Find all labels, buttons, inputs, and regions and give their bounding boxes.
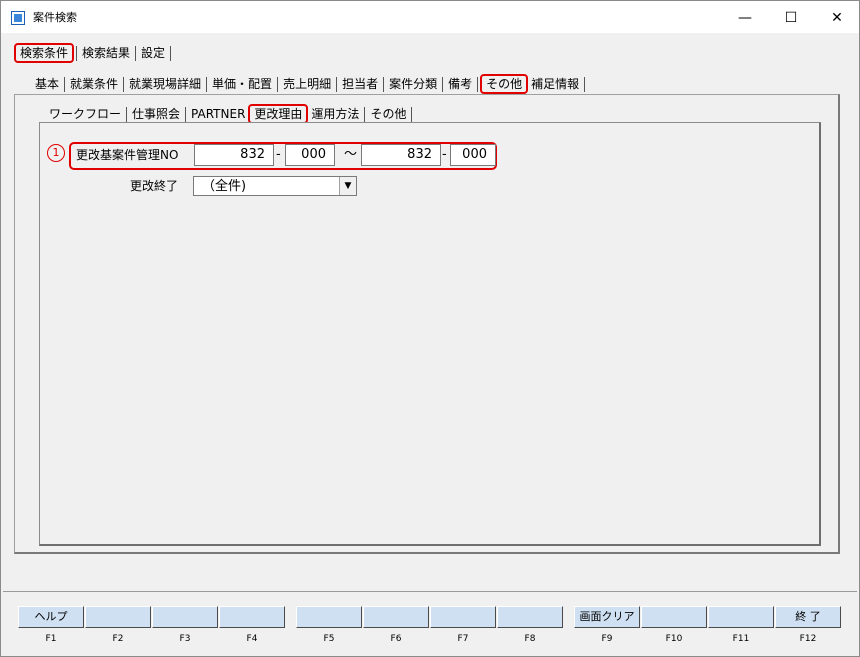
app-icon <box>11 11 25 25</box>
tab-separator <box>126 106 128 122</box>
tab-person-in-charge[interactable]: 担当者 <box>339 75 381 93</box>
fkey-number: F11 <box>732 634 750 644</box>
detail-tabs: ワークフロー 仕事照会 PARTNER 更改理由 運用方法 その他 <box>46 104 414 124</box>
mgmt-no-to-sub-input[interactable]: 000 <box>450 144 496 166</box>
f3-button[interactable] <box>152 606 218 628</box>
f1-help-button[interactable]: ヘルプ <box>18 606 84 628</box>
tab-partner[interactable]: PARTNER <box>188 105 248 123</box>
renewal-end-value: （全件) <box>202 179 247 194</box>
tab-sales-details[interactable]: 売上明細 <box>280 75 334 93</box>
fkey-number: F1 <box>45 634 57 644</box>
minimize-button[interactable]: — <box>722 2 768 34</box>
dash-separator: - <box>442 147 447 162</box>
fkey-number: F3 <box>179 634 191 644</box>
renewal-end-label: 更改終了 <box>130 179 179 193</box>
tab-separator <box>383 76 385 92</box>
fkey-number: F7 <box>457 634 469 644</box>
title-bar: 案件検索 — ☐ ✕ <box>1 1 859 33</box>
mgmt-no-from-sub-input[interactable]: 000 <box>285 144 335 166</box>
fkey-number: F5 <box>323 634 335 644</box>
f10-button[interactable] <box>641 606 707 628</box>
fkey-number: F8 <box>524 634 536 644</box>
fkey-number: F9 <box>601 634 613 644</box>
tab-remarks[interactable]: 備考 <box>445 75 475 93</box>
tab-supplementary-info[interactable]: 補足情報 <box>528 75 582 93</box>
f12-exit-button[interactable]: 終 了 <box>775 606 841 628</box>
tab-separator <box>442 76 444 92</box>
f5-button[interactable] <box>296 606 362 628</box>
mgmt-no-from-main-input[interactable]: 832 <box>194 144 274 166</box>
mgmt-no-label: 更改基案件管理NO <box>76 148 179 162</box>
tab-settings[interactable]: 設定 <box>138 44 168 62</box>
window-title: 案件検索 <box>33 11 77 24</box>
tab-separator <box>477 76 479 92</box>
maximize-button[interactable]: ☐ <box>768 2 814 34</box>
chevron-down-icon[interactable]: ▼ <box>339 177 356 195</box>
tab-separator <box>206 76 208 92</box>
tab-separator <box>135 45 137 61</box>
tab-separator <box>170 45 172 61</box>
f6-button[interactable] <box>363 606 429 628</box>
f8-button[interactable] <box>497 606 563 628</box>
tab-work-conditions[interactable]: 就業条件 <box>67 75 121 93</box>
tab-workflow[interactable]: ワークフロー <box>46 105 124 123</box>
tab-renewal-reason[interactable]: 更改理由 <box>248 104 309 124</box>
annotation-marker: 1 <box>47 144 65 162</box>
range-tilde: ～ <box>344 147 358 162</box>
tab-basic[interactable]: 基本 <box>32 75 62 93</box>
fkey-number: F4 <box>246 634 258 644</box>
tab-separator <box>64 76 66 92</box>
tab-separator <box>364 106 366 122</box>
tab-separator <box>584 76 586 92</box>
tab-separator <box>123 76 125 92</box>
fkey-number: F2 <box>112 634 124 644</box>
f2-button[interactable] <box>85 606 151 628</box>
tab-separator <box>336 76 338 92</box>
fkey-number: F6 <box>390 634 402 644</box>
tab-site-details[interactable]: 就業現場詳細 <box>126 75 204 93</box>
tab-price-assignment[interactable]: 単価・配置 <box>209 75 275 93</box>
tab-search-conditions[interactable]: 検索条件 <box>14 43 75 63</box>
tab-job-inquiry[interactable]: 仕事照会 <box>129 105 183 123</box>
f4-button[interactable] <box>219 606 285 628</box>
tab-search-results[interactable]: 検索結果 <box>79 44 133 62</box>
tab-other[interactable]: その他 <box>480 74 529 94</box>
close-button[interactable]: ✕ <box>814 2 860 34</box>
fkey-number: F10 <box>665 634 683 644</box>
tab-operation-method[interactable]: 運用方法 <box>308 105 362 123</box>
tab-separator <box>411 106 413 122</box>
dash-separator: - <box>276 147 281 162</box>
main-tabs: 検索条件 検索結果 設定 <box>14 43 173 63</box>
f7-button[interactable] <box>430 606 496 628</box>
tab-case-category[interactable]: 案件分類 <box>386 75 440 93</box>
sub-tabs: 基本 就業条件 就業現場詳細 単価・配置 売上明細 担当者 案件分類 備考 その… <box>32 74 587 94</box>
f9-clear-screen-button[interactable]: 画面クリア <box>574 606 640 628</box>
tab-separator <box>76 45 78 61</box>
tab-separator <box>277 76 279 92</box>
tab-separator <box>185 106 187 122</box>
f11-button[interactable] <box>708 606 774 628</box>
fkey-number: F12 <box>799 634 817 644</box>
mgmt-no-to-main-input[interactable]: 832 <box>361 144 441 166</box>
renewal-end-select[interactable]: （全件) ▼ <box>193 176 357 196</box>
tab-other-detail[interactable]: その他 <box>367 105 409 123</box>
